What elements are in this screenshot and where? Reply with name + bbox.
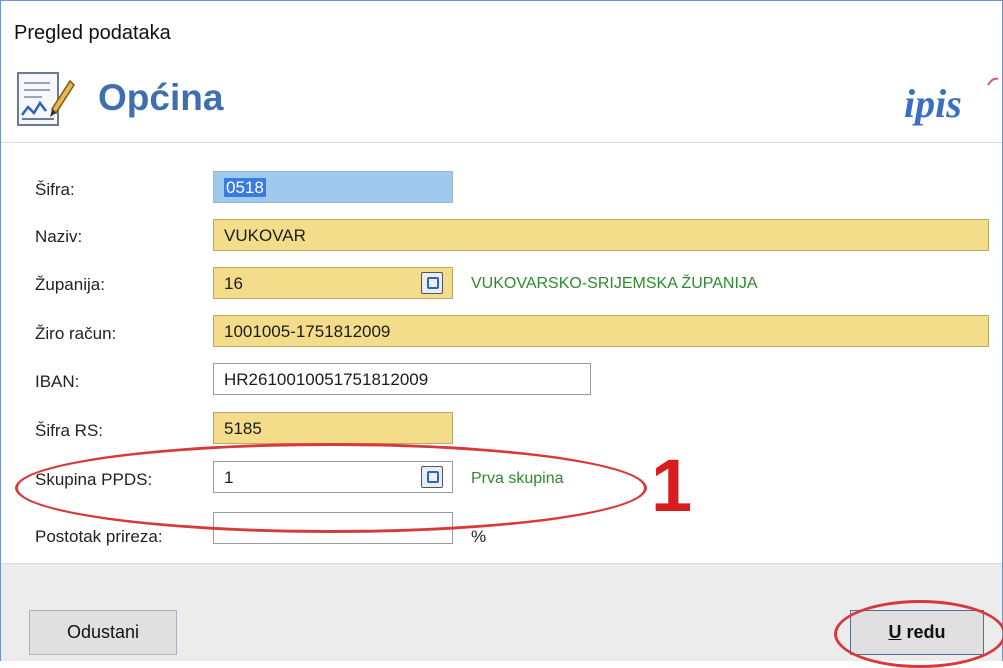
dialog-window: Pregled podataka Općina ipis Šifra: 0518… [0,0,1003,668]
zupanija-lookup-button[interactable] [421,272,443,294]
ziro-field[interactable]: 1001005-1751812009 [213,315,989,347]
form-area: Šifra: 0518 Naziv: VUKOVAR Županija: 16 … [1,143,1002,563]
label-postotak: Postotak prireza: [35,527,163,546]
zupanija-field[interactable]: 16 [213,267,453,299]
annotation-ellipse-ok [834,600,1003,668]
label-sifra: Šifra: [35,180,75,199]
dialog-footer: Odustani U redu [1,563,1003,668]
label-naziv: Naziv: [35,227,83,246]
zupanija-description: VUKOVARSKO-SRIJEMSKA ŽUPANIJA [471,275,758,292]
label-zupanija: Županija: [35,275,105,294]
brand-logo: ipis [904,81,962,126]
label-iban: IBAN: [35,372,80,391]
document-chart-icon [17,72,75,126]
logo-accent-icon [987,77,999,86]
annotation-number: 1 [651,444,693,527]
naziv-field[interactable]: VUKOVAR [213,219,989,251]
sifra-value: 0518 [224,178,266,197]
sifra-field[interactable]: 0518 [213,171,453,203]
label-ziro: Žiro račun: [35,324,117,343]
window-title: Pregled podataka [14,22,171,44]
percent-unit: % [471,527,487,546]
title-bar: Pregled podataka [1,1,1002,47]
iban-field[interactable]: HR2610010051751812009 [213,363,591,395]
annotation-ellipse-skupina [15,443,647,533]
sifra-rs-field[interactable]: 5185 [213,412,453,444]
dialog-header: Općina ipis [1,47,1002,143]
label-sifra-rs: Šifra RS: [35,421,104,440]
page-title: Općina [98,77,224,118]
cancel-button[interactable]: Odustani [29,610,177,655]
